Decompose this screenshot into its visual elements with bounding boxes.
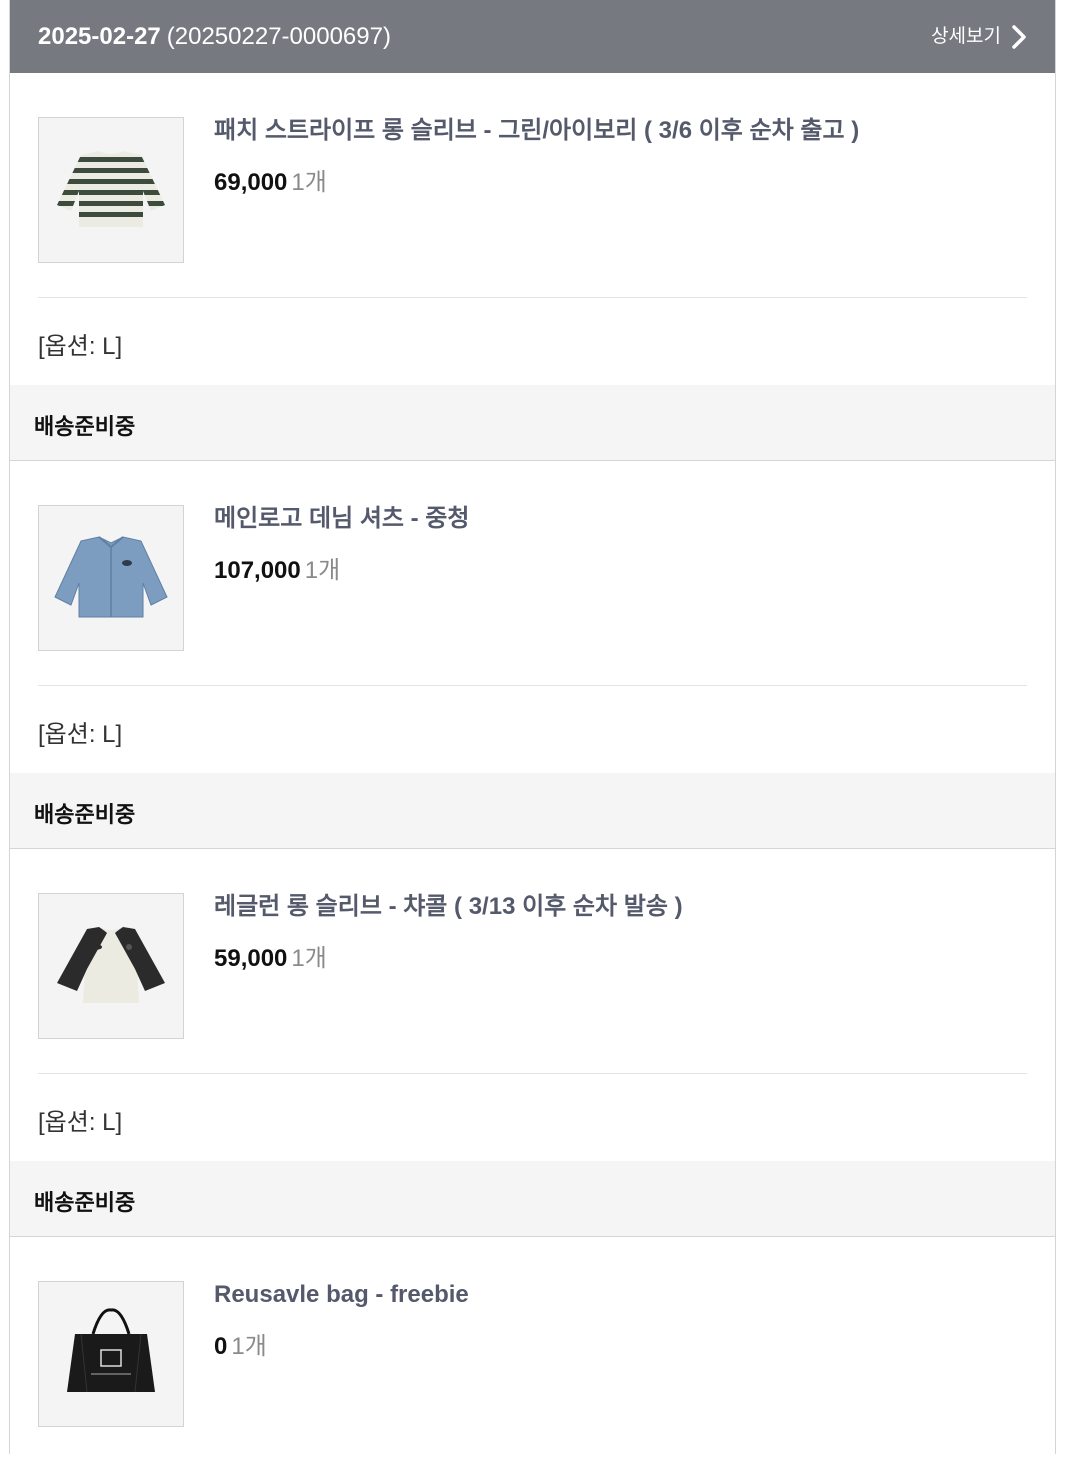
order-header: 2025-02-27 (20250227-0000697) 상세보기 — [10, 0, 1055, 73]
product-thumbnail[interactable] — [38, 893, 184, 1039]
order-card: 2025-02-27 (20250227-0000697) 상세보기 패치 스트… — [9, 0, 1056, 1454]
product-name[interactable]: 패치 스트라이프 롱 슬리브 - 그린/아이보리 ( 3/6 이후 순차 출고 … — [214, 117, 859, 145]
product-quantity: 1개 — [291, 945, 327, 972]
order-item: Reusavle bag - freebie 0 1개 — [10, 1237, 1055, 1462]
raglan-long-sleeve-icon — [57, 927, 165, 1003]
divider — [38, 297, 1027, 298]
product-name[interactable]: 레글런 롱 슬리브 - 챠콜 ( 3/13 이후 순차 발송 ) — [214, 893, 683, 921]
product-option: [옵션: L] — [38, 721, 123, 748]
product-name[interactable]: 메인로고 데님 셔츠 - 중청 — [214, 505, 469, 533]
product-name[interactable]: Reusavle bag - freebie — [214, 1281, 469, 1309]
striped-long-sleeve-icon — [57, 151, 165, 227]
product-quantity: 1개 — [291, 169, 327, 196]
view-details-link[interactable]: 상세보기 — [931, 24, 1027, 50]
divider — [38, 685, 1027, 686]
product-thumbnail[interactable] — [38, 1281, 184, 1427]
order-item: 패치 스트라이프 롱 슬리브 - 그린/아이보리 ( 3/6 이후 순차 출고 … — [10, 73, 1055, 461]
product-thumbnail[interactable] — [38, 117, 184, 263]
order-date: 2025-02-27 — [38, 22, 161, 50]
divider — [38, 1073, 1027, 1074]
order-title: 2025-02-27 (20250227-0000697) — [38, 23, 391, 51]
order-item: 메인로고 데님 셔츠 - 중청 107,000 1개 [옵션: L] 배송준비중 — [10, 461, 1055, 849]
order-number: (20250227-0000697) — [166, 22, 391, 50]
product-price: 59,000 — [214, 945, 288, 972]
product-price: 0 — [214, 1333, 228, 1360]
product-quantity: 1개 — [231, 1333, 267, 1360]
product-price: 107,000 — [214, 557, 301, 584]
chevron-right-icon — [1012, 24, 1026, 49]
product-option: [옵션: L] — [38, 1109, 123, 1136]
product-price: 69,000 — [214, 169, 288, 196]
shipping-status: 배송준비중 — [10, 773, 1055, 848]
product-thumbnail[interactable] — [38, 505, 184, 651]
product-quantity: 1개 — [304, 557, 341, 584]
order-item: 레글런 롱 슬리브 - 챠콜 ( 3/13 이후 순차 발송 ) 59,000 1… — [10, 849, 1055, 1237]
shipping-status: 배송준비중 — [10, 385, 1055, 460]
shipping-status: 배송준비중 — [10, 1161, 1055, 1236]
tote-bag-icon — [67, 1308, 155, 1393]
product-option: [옵션: L] — [38, 333, 123, 360]
denim-shirt-icon — [54, 536, 168, 618]
view-details-label: 상세보기 — [931, 26, 1001, 47]
